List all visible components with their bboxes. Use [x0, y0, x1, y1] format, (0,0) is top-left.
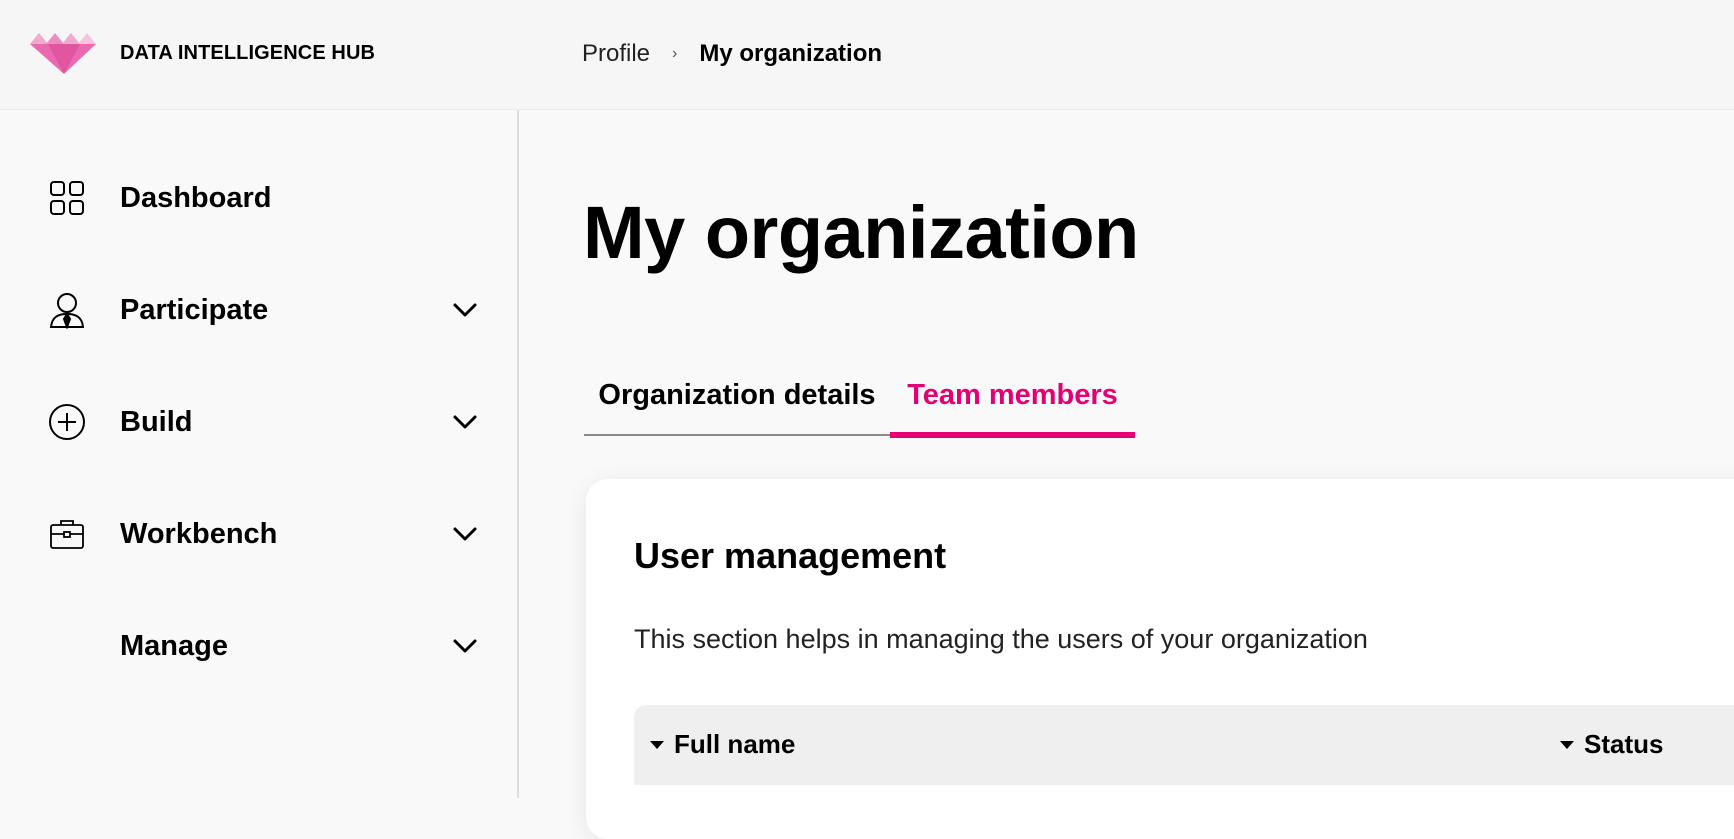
page-title: My organization: [583, 191, 1139, 274]
sidebar-item-participate[interactable]: Participate: [0, 270, 517, 350]
person-icon: [46, 289, 88, 331]
breadcrumb: Profile › My organization: [582, 40, 882, 68]
tab-organization-details[interactable]: Organization details: [584, 354, 890, 436]
card-description: This section helps in managing the users…: [634, 624, 1368, 654]
logo-icon[interactable]: [30, 30, 98, 76]
briefcase-icon: [46, 513, 88, 555]
table-header: Full name Status: [634, 705, 1734, 785]
chevron-down-icon[interactable]: [450, 631, 480, 661]
sidebar-item-label: Manage: [120, 629, 228, 662]
sidebar-item-manage[interactable]: Manage: [0, 606, 517, 686]
chevron-down-icon[interactable]: [450, 407, 480, 437]
sort-caret-icon: [1560, 740, 1574, 749]
plus-circle-icon: [46, 401, 88, 443]
user-management-card: User management This section helps in ma…: [586, 479, 1734, 839]
breadcrumb-current: My organization: [699, 40, 883, 67]
column-label: Status: [1584, 729, 1664, 759]
tab-team-members[interactable]: Team members: [890, 354, 1135, 438]
dashboard-grid-icon: [46, 177, 88, 219]
main-content: My organization Organization details Tea…: [519, 110, 1734, 839]
sort-caret-icon: [650, 740, 664, 749]
breadcrumb-profile-link[interactable]: Profile: [582, 40, 650, 68]
top-bar: DATA INTELLIGENCE HUB Profile › My organ…: [0, 0, 1734, 110]
column-header-full-name[interactable]: Full name: [650, 729, 795, 760]
sidebar-item-dashboard[interactable]: Dashboard: [0, 158, 517, 238]
sidebar-item-label: Dashboard: [120, 181, 272, 214]
sidebar-item-build[interactable]: Build: [0, 382, 517, 462]
card-title: User management: [634, 535, 947, 576]
sidebar: Dashboard Participate Build Workbench Ma…: [0, 110, 519, 798]
chevron-down-icon[interactable]: [450, 295, 480, 325]
column-header-status[interactable]: Status: [1560, 729, 1663, 760]
breadcrumb-separator-icon: ›: [672, 45, 678, 62]
sidebar-item-label: Participate: [120, 293, 269, 326]
sidebar-item-label: Build: [120, 405, 193, 438]
sidebar-item-label: Workbench: [120, 517, 278, 550]
tab-bar: Organization details Team members: [584, 354, 1135, 438]
brand-name: DATA INTELLIGENCE HUB: [120, 42, 376, 64]
column-label: Full name: [674, 729, 796, 759]
sidebar-item-workbench[interactable]: Workbench: [0, 494, 517, 574]
chevron-down-icon[interactable]: [450, 519, 480, 549]
